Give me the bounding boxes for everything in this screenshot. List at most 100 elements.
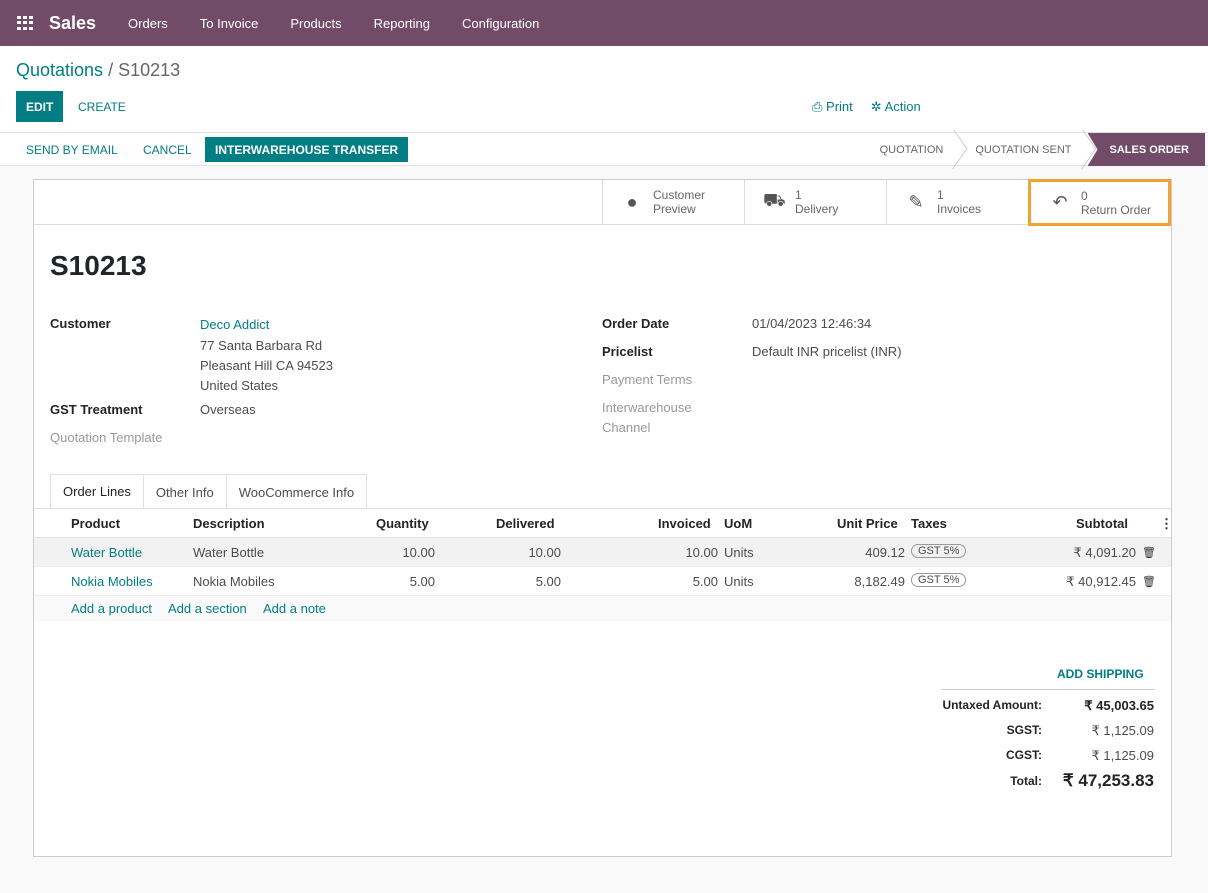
row-description: Nokia Mobiles: [193, 574, 275, 589]
truck-icon: ⛟: [763, 190, 786, 210]
add-line-row: Add a product Add a section Add a note: [34, 596, 1171, 621]
address-line-3: United States: [200, 378, 279, 393]
customer-label: Customer: [50, 316, 111, 331]
control-panel: Quotations / S10213 EDIT CREATE ⎙ Print …: [0, 46, 1208, 133]
return-order-count: 0: [1081, 188, 1088, 203]
add-section-link[interactable]: Add a section: [168, 601, 247, 616]
col-quantity[interactable]: Quantity: [376, 516, 429, 531]
menu-to-invoice[interactable]: To Invoice: [184, 16, 275, 31]
top-navbar: Sales Orders To Invoice Products Reporti…: [0, 0, 1208, 46]
print-menu[interactable]: ⎙ Print: [812, 99, 853, 115]
row-delivered: 10.00: [528, 545, 561, 560]
row-subtotal: ₹ 40,912.45: [1066, 574, 1136, 589]
table-row[interactable]: Water Bottle Water Bottle 10.00 10.00 10…: [34, 538, 1171, 567]
total-value: ₹ 47,253.83: [1062, 771, 1154, 790]
address-line-2: Pleasant Hill CA 94523: [200, 358, 333, 373]
delivery-count: 1: [795, 188, 802, 202]
breadcrumb-current: S10213: [118, 60, 181, 80]
col-subtotal[interactable]: Subtotal: [1076, 516, 1128, 531]
tab-other-info[interactable]: Other Info: [142, 474, 227, 509]
col-uom[interactable]: UoM: [724, 516, 752, 531]
interwarehouse-transfer-button[interactable]: INTERWAREHOUSE TRANSFER: [205, 137, 409, 162]
gst-treatment-label: GST Treatment: [50, 402, 143, 417]
tab-order-lines[interactable]: Order Lines: [50, 474, 144, 509]
menu-orders[interactable]: Orders: [112, 16, 184, 31]
breadcrumb: Quotations / S10213: [16, 60, 180, 81]
column-options-icon[interactable]: ⋮: [1160, 516, 1173, 532]
trash-icon[interactable]: 🗑: [1142, 546, 1156, 559]
row-subtotal: ₹ 4,091.20: [1073, 545, 1137, 560]
order-date-value[interactable]: 01/04/2023 12:46:34: [752, 316, 871, 331]
customer-preview-line1: Customer: [653, 188, 706, 202]
add-note-link[interactable]: Add a note: [263, 601, 326, 616]
return-order-label: Return Order: [1081, 202, 1152, 217]
breadcrumb-separator: /: [108, 60, 114, 80]
pricelist-value[interactable]: Default INR pricelist (INR): [752, 344, 902, 359]
table-row[interactable]: Nokia Mobiles Nokia Mobiles 5.00 5.00 5.…: [34, 567, 1171, 596]
menu-reporting[interactable]: Reporting: [358, 16, 446, 31]
apps-grid-icon[interactable]: [17, 16, 33, 30]
gst-treatment-value[interactable]: Overseas: [200, 402, 256, 417]
send-by-email-button[interactable]: SEND BY EMAIL: [16, 137, 128, 162]
form-sheet: ● Customer Preview ⛟ 1 Delivery ✎ 1 Invoice…: [33, 179, 1173, 857]
row-invoiced: 10.00: [685, 545, 718, 560]
col-description[interactable]: Description: [193, 516, 265, 531]
menu-configuration[interactable]: Configuration: [446, 16, 555, 31]
app-name[interactable]: Sales: [49, 13, 96, 34]
action-menu[interactable]: ✲ Action: [871, 99, 921, 115]
menu-products[interactable]: Products: [274, 16, 357, 31]
row-product[interactable]: Nokia Mobiles: [71, 574, 153, 589]
row-product[interactable]: Water Bottle: [71, 545, 142, 560]
row-uom: Units: [724, 574, 754, 589]
return-order-button[interactable]: ↶ 0 Return Order: [1028, 179, 1171, 226]
row-unit-price: 8,182.49: [854, 574, 905, 589]
invoices-label: Invoices: [937, 202, 982, 216]
stage-quotation[interactable]: QUOTATION: [864, 133, 960, 166]
add-product-link[interactable]: Add a product: [71, 601, 152, 616]
col-product[interactable]: Product: [71, 516, 120, 531]
address-line-1: 77 Santa Barbara Rd: [200, 338, 323, 353]
stage-quotation-sent[interactable]: QUOTATION SENT: [959, 133, 1087, 166]
table-header: Product Description Quantity Delivered I…: [34, 509, 1173, 538]
reply-icon: ↶: [1052, 192, 1068, 212]
pricelist-label: Pricelist: [602, 344, 653, 359]
top-menu: Orders To Invoice Products Reporting Con…: [112, 16, 555, 31]
row-quantity: 5.00: [409, 574, 435, 589]
print-label: Print: [826, 99, 853, 114]
stage-sales-order[interactable]: SALES ORDER: [1087, 133, 1205, 166]
quotation-template-label: Quotation Template: [50, 430, 163, 445]
totals-divider: [941, 689, 1155, 690]
sgst-label: SGST:: [1006, 723, 1042, 737]
order-date-label: Order Date: [602, 316, 670, 331]
total-label: Total:: [1010, 774, 1042, 788]
interwarehouse-label-2: Channel: [602, 420, 651, 435]
globe-icon: ●: [626, 191, 638, 212]
customer-link[interactable]: Deco Addict: [200, 317, 269, 332]
tab-woocommerce-info[interactable]: WooCommerce Info: [225, 474, 368, 509]
gear-icon: ✲: [870, 99, 882, 114]
add-shipping-button[interactable]: ADD SHIPPING: [1057, 667, 1144, 681]
delivery-button[interactable]: ⛟ 1 Delivery: [744, 180, 886, 224]
breadcrumb-quotations[interactable]: Quotations: [16, 60, 103, 80]
invoices-button[interactable]: ✎ 1 Invoices: [886, 180, 1028, 224]
row-delivered: 5.00: [535, 574, 561, 589]
trash-icon[interactable]: 🗑: [1142, 575, 1156, 588]
col-delivered[interactable]: Delivered: [496, 516, 555, 531]
delivery-label: Delivery: [795, 202, 839, 216]
create-button[interactable]: CREATE: [68, 91, 136, 122]
row-uom: Units: [724, 545, 754, 560]
col-unit-price[interactable]: Unit Price: [837, 516, 898, 531]
col-invoiced[interactable]: Invoiced: [658, 516, 711, 531]
order-lines-table: Product Description Quantity Delivered I…: [34, 509, 1173, 596]
edit-button[interactable]: EDIT: [16, 91, 64, 122]
cancel-button[interactable]: CANCEL: [133, 137, 202, 162]
pencil-square-icon: ✎: [908, 191, 924, 212]
col-taxes[interactable]: Taxes: [911, 516, 947, 531]
sgst-value: ₹ 1,125.09: [1091, 723, 1155, 738]
cgst-value: ₹ 1,125.09: [1091, 748, 1155, 763]
row-unit-price: 409.12: [865, 545, 905, 560]
row-tax-badge: GST 5%: [911, 573, 967, 587]
row-invoiced: 5.00: [692, 574, 718, 589]
customer-preview-button[interactable]: ● Customer Preview: [602, 180, 744, 224]
form-statusbar: SEND BY EMAIL CANCEL INTERWAREHOUSE TRAN…: [0, 133, 1208, 166]
